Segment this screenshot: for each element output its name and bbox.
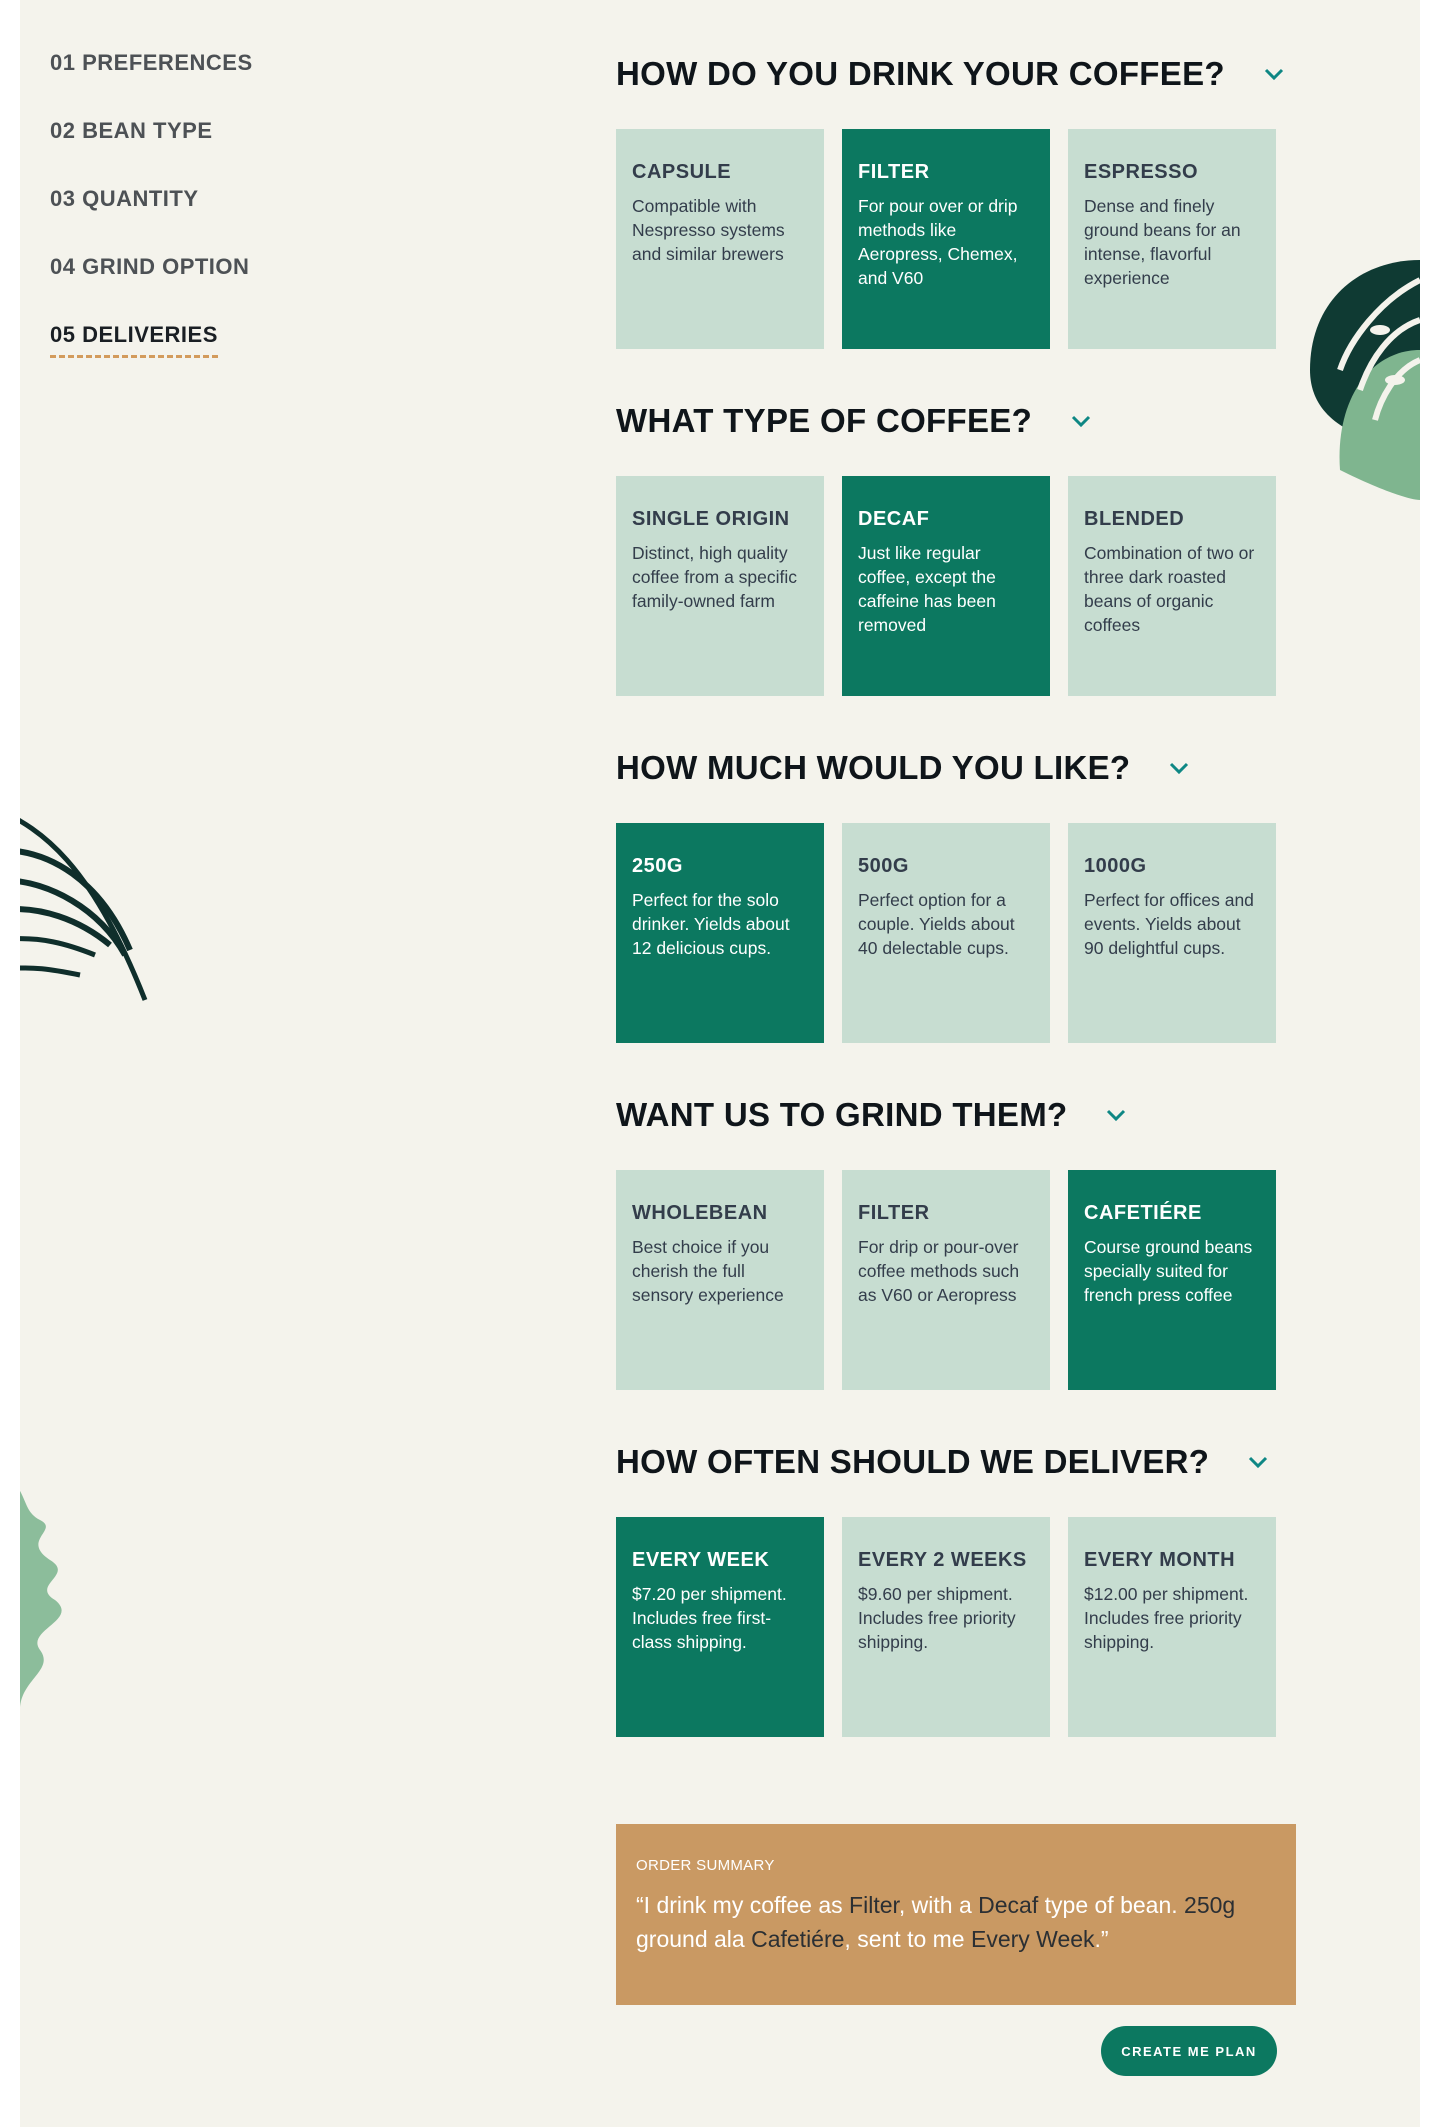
monstera-leaf-icon [1310, 260, 1420, 500]
option-title: CAFETIÉRE [1084, 1202, 1202, 1224]
option-card-filter-grind[interactable]: FILTER For drip or pour-over coffee meth… [842, 1170, 1050, 1390]
question-title: WANT US TO GRIND THEM? [616, 1096, 1068, 1133]
option-description: Dense and finely ground beans for an int… [1084, 196, 1241, 288]
option-title: 250G [632, 855, 683, 877]
summary-text-part: “I drink my coffee as [636, 1892, 850, 1918]
summary-type: Decaf [978, 1892, 1039, 1918]
option-description: Distinct, high quality coffee from a spe… [632, 543, 798, 611]
option-title: SINGLE ORIGIN [632, 508, 790, 530]
question-header[interactable]: WANT US TO GRIND THEM? [616, 1085, 1296, 1145]
nav-item-deliveries[interactable]: 05 DELIVERIES [50, 322, 218, 358]
option-card-decaf[interactable]: DECAF Just like regular coffee, except t… [842, 476, 1050, 696]
page: 01 PREFERENCES 02 BEAN TYPE 03 QUANTITY … [20, 0, 1420, 2127]
question-title: HOW OFTEN SHOULD WE DELIVER? [616, 1443, 1210, 1480]
question-header[interactable]: HOW DO YOU DRINK YOUR COFFEE? [616, 44, 1296, 104]
option-title: DECAF [858, 508, 930, 530]
question-preferences: HOW DO YOU DRINK YOUR COFFEE? CAPSULE Co… [616, 44, 1296, 349]
option-description: $9.60 per shipment. Includes free priori… [858, 1584, 1016, 1652]
option-cards: SINGLE ORIGIN Distinct, high quality cof… [616, 476, 1296, 696]
chevron-down-icon[interactable] [1105, 1108, 1127, 1122]
question-title: WHAT TYPE OF COFFEE? [616, 402, 1033, 439]
option-title: FILTER [858, 161, 930, 183]
option-card-single-origin[interactable]: SINGLE ORIGIN Distinct, high quality cof… [616, 476, 824, 696]
question-title: HOW DO YOU DRINK YOUR COFFEE? [616, 55, 1225, 92]
option-title: CAPSULE [632, 161, 732, 183]
option-description: $7.20 per shipment. Includes free first-… [632, 1584, 787, 1652]
chevron-down-icon[interactable] [1070, 414, 1092, 428]
option-cards: EVERY WEEK $7.20 per shipment. Includes … [616, 1517, 1296, 1737]
chevron-down-icon[interactable] [1247, 1455, 1269, 1469]
option-description: For drip or pour-over coffee methods suc… [858, 1237, 1020, 1305]
summary-text-part: type of bean. [1038, 1892, 1185, 1918]
option-description: Combination of two or three dark roasted… [1084, 543, 1255, 635]
option-card-wholebean[interactable]: WHOLEBEAN Best choice if you cherish the… [616, 1170, 824, 1390]
option-description: Just like regular coffee, except the caf… [858, 543, 996, 635]
option-card-cafetiere[interactable]: CAFETIÉRE Course ground beans specially … [1068, 1170, 1276, 1390]
option-cards: WHOLEBEAN Best choice if you cherish the… [616, 1170, 1296, 1390]
question-title: HOW MUCH WOULD YOU LIKE? [616, 749, 1131, 786]
order-summary-label: ORDER SUMMARY [636, 1857, 775, 1874]
question-quantity: HOW MUCH WOULD YOU LIKE? 250G Perfect fo… [616, 738, 1296, 1043]
option-description: Perfect for offices and events. Yields a… [1084, 890, 1254, 958]
option-description: Course ground beans specially suited for… [1084, 1237, 1253, 1305]
question-bean-type: WHAT TYPE OF COFFEE? SINGLE ORIGIN Disti… [616, 391, 1296, 696]
question-header[interactable]: WHAT TYPE OF COFFEE? [616, 391, 1296, 451]
option-title: FILTER [858, 1202, 930, 1224]
summary-grind: Cafetiére [751, 1926, 845, 1952]
question-deliveries: HOW OFTEN SHOULD WE DELIVER? EVERY WEEK … [616, 1432, 1296, 1737]
option-card-500g[interactable]: 500G Perfect option for a couple. Yields… [842, 823, 1050, 1043]
order-summary: ORDER SUMMARY “I drink my coffee as Filt… [616, 1824, 1296, 2005]
fern-leaf-icon [20, 1491, 62, 1710]
option-title: 1000G [1084, 855, 1147, 877]
summary-text-part: ground ala [636, 1926, 752, 1952]
option-card-every-2-weeks[interactable]: EVERY 2 WEEKS $9.60 per shipment. Includ… [842, 1517, 1050, 1737]
summary-text-part: , sent to me [844, 1926, 971, 1952]
question-header[interactable]: HOW OFTEN SHOULD WE DELIVER? [616, 1432, 1296, 1492]
summary-text-part: .” [1094, 1926, 1109, 1952]
option-description: For pour over or drip methods like Aerop… [858, 196, 1018, 288]
option-cards: CAPSULE Compatible with Nespresso system… [616, 129, 1296, 349]
option-title: 500G [858, 855, 909, 877]
nav-item-bean-type[interactable]: 02 BEAN TYPE [50, 118, 350, 144]
option-title: EVERY 2 WEEKS [858, 1549, 1027, 1571]
steps-sidebar: 01 PREFERENCES 02 BEAN TYPE 03 QUANTITY … [50, 50, 350, 390]
nav-item-quantity[interactable]: 03 QUANTITY [50, 186, 350, 212]
nav-item-preferences[interactable]: 01 PREFERENCES [50, 50, 350, 76]
summary-text-part: , with a [898, 1892, 979, 1918]
option-title: BLENDED [1084, 508, 1185, 530]
summary-frequency: Every Week [970, 1926, 1095, 1952]
option-card-every-week[interactable]: EVERY WEEK $7.20 per shipment. Includes … [616, 1517, 824, 1737]
summary-how: Filter [849, 1892, 899, 1918]
chevron-down-icon[interactable] [1263, 67, 1285, 81]
option-description: Perfect option for a couple. Yields abou… [858, 890, 1015, 958]
option-cards: 250G Perfect for the solo drinker. Yield… [616, 823, 1296, 1043]
option-card-250g[interactable]: 250G Perfect for the solo drinker. Yield… [616, 823, 824, 1043]
create-plan-button[interactable]: CREATE ME PLAN [1101, 2026, 1277, 2076]
question-grind-option: WANT US TO GRIND THEM? WHOLEBEAN Best ch… [616, 1085, 1296, 1390]
option-title: EVERY WEEK [632, 1549, 770, 1571]
palm-leaf-icon [20, 817, 148, 1001]
option-card-every-month[interactable]: EVERY MONTH $12.00 per shipment. Include… [1068, 1517, 1276, 1737]
order-summary-text: “I drink my coffee as Filter, with a Dec… [636, 1888, 1276, 1956]
option-description: Perfect for the solo drinker. Yields abo… [632, 890, 790, 958]
option-title: EVERY MONTH [1084, 1549, 1236, 1571]
option-card-blended[interactable]: BLENDED Combination of two or three dark… [1068, 476, 1276, 696]
option-description: Compatible with Nespresso systems and si… [632, 196, 785, 264]
summary-quantity: 250g [1184, 1892, 1236, 1918]
nav-item-grind-option[interactable]: 04 GRIND OPTION [50, 254, 350, 280]
option-card-filter[interactable]: FILTER For pour over or drip methods lik… [842, 129, 1050, 349]
option-card-capsule[interactable]: CAPSULE Compatible with Nespresso system… [616, 129, 824, 349]
option-title: ESPRESSO [1084, 161, 1199, 183]
option-card-espresso[interactable]: ESPRESSO Dense and finely ground beans f… [1068, 129, 1276, 349]
option-description: Best choice if you cherish the full sens… [632, 1237, 784, 1305]
question-header[interactable]: HOW MUCH WOULD YOU LIKE? [616, 738, 1296, 798]
option-card-1000g[interactable]: 1000G Perfect for offices and events. Yi… [1068, 823, 1276, 1043]
option-description: $12.00 per shipment. Includes free prior… [1084, 1584, 1249, 1652]
chevron-down-icon[interactable] [1168, 761, 1190, 775]
option-title: WHOLEBEAN [632, 1202, 768, 1224]
